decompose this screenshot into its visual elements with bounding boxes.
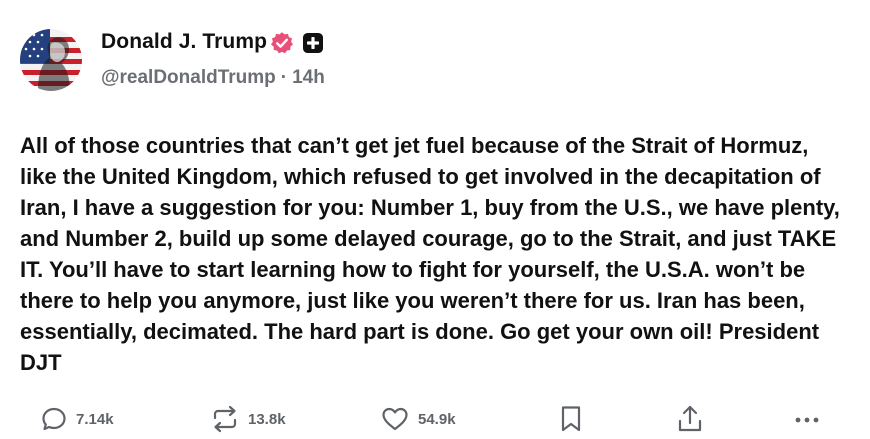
- plus-badge-icon: [303, 33, 323, 53]
- handle-separator: ·: [280, 67, 288, 88]
- author-handle[interactable]: @realDonaldTrump: [101, 67, 276, 88]
- reply-button[interactable]: 7.14k: [40, 400, 114, 438]
- bookmark-icon: [561, 406, 581, 432]
- heart-icon: [382, 407, 408, 431]
- author-handle-line: @realDonaldTrump · 14h: [101, 67, 325, 89]
- avatar-image: [20, 29, 82, 91]
- share-button[interactable]: [676, 400, 704, 438]
- like-button[interactable]: 54.9k: [380, 400, 456, 438]
- verified-badge-icon: [271, 32, 293, 54]
- share-upload-icon: [678, 405, 702, 432]
- avatar[interactable]: [20, 29, 82, 91]
- post-card: Donald J. Trump @realDonaldTrump · 14h All…: [0, 0, 870, 439]
- repost-button[interactable]: 13.8k: [210, 400, 286, 438]
- post-timestamp[interactable]: 14h: [292, 67, 325, 88]
- repost-arrows-icon: [213, 405, 237, 433]
- more-options-button[interactable]: [792, 400, 822, 438]
- post-actions-bar: 7.14k 13.8k 54.9k: [0, 400, 870, 438]
- reply-count: 7.14k: [76, 410, 114, 428]
- author-display-name[interactable]: Donald J. Trump: [101, 30, 267, 54]
- repost-count: 13.8k: [248, 410, 286, 428]
- bookmark-button[interactable]: [558, 400, 584, 438]
- like-count: 54.9k: [418, 410, 456, 428]
- post-body-text: All of those countries that can’t get je…: [20, 133, 840, 375]
- ellipsis-icon: [795, 417, 819, 423]
- speech-bubble-icon: [42, 407, 66, 431]
